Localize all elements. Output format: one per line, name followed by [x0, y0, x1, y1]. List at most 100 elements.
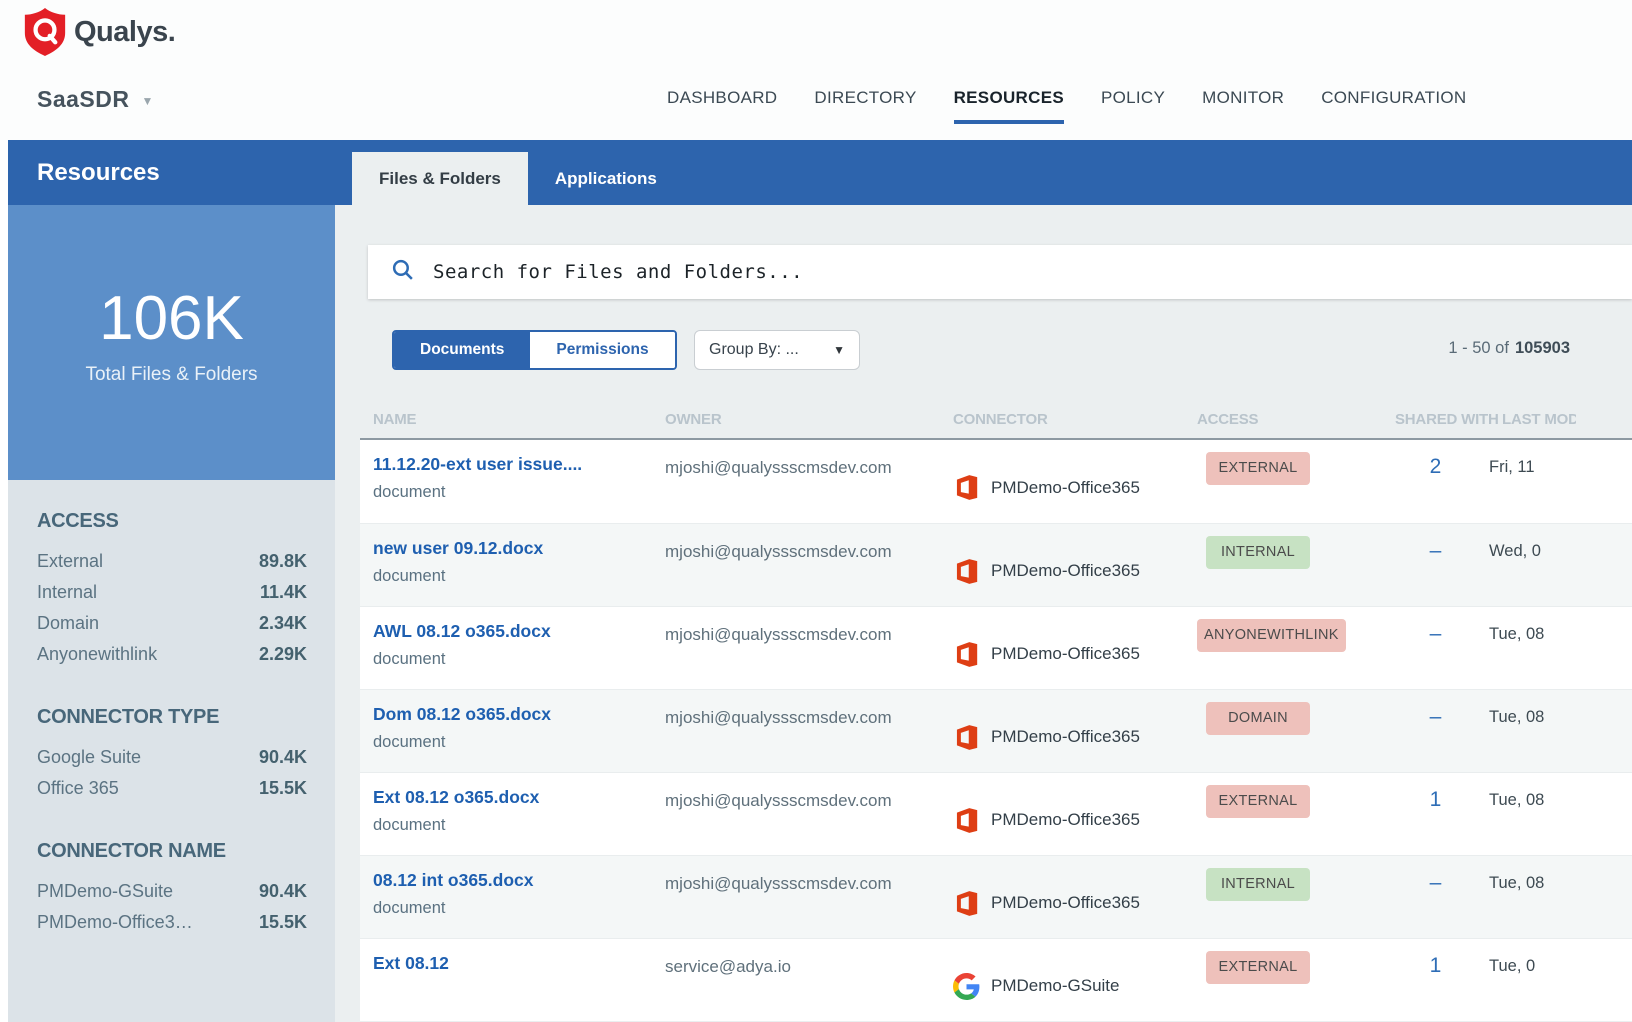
filter-item-count: 90.4K: [259, 742, 307, 773]
filter-item[interactable]: PMDemo-GSuite90.4K: [37, 876, 307, 907]
column-header-owner[interactable]: OWNER: [652, 411, 940, 428]
filter-item-label: PMDemo-GSuite: [37, 876, 173, 907]
last-modified-cell: Wed, 0: [1489, 524, 1632, 606]
shared-with-count[interactable]: –: [1382, 856, 1489, 938]
filter-heading: CONNECTOR NAME: [37, 840, 307, 863]
file-name-link[interactable]: new user 09.12.docx: [373, 538, 646, 559]
table-row[interactable]: Ext 08.12service@adya.ioPMDemo-GSuiteEXT…: [360, 938, 1632, 1021]
connector-name: PMDemo-Office365: [991, 810, 1140, 830]
group-by-label: Group By: ...: [709, 341, 799, 359]
filter-item[interactable]: Anyonewithlink2.29K: [37, 639, 307, 670]
filter-item-label: PMDemo-Office3…: [37, 907, 193, 938]
permissions-toggle-button[interactable]: Permissions: [530, 332, 674, 368]
search-placeholder: Search for Files and Folders...: [433, 261, 803, 283]
column-header-shared-with[interactable]: SHARED WITH: [1382, 411, 1489, 428]
nav-directory[interactable]: DIRECTORY: [814, 88, 916, 124]
filter-item-count: 89.8K: [259, 546, 307, 577]
column-header-last-modified[interactable]: LAST MODIFIED: [1489, 411, 1632, 428]
filter-heading: ACCESS: [37, 510, 307, 533]
access-badge: EXTERNAL: [1206, 951, 1310, 984]
documents-toggle-button[interactable]: Documents: [394, 332, 530, 368]
office365-icon: [953, 807, 980, 834]
connector-name: PMDemo-Office365: [991, 561, 1140, 581]
group-by-dropdown[interactable]: Group By: ... ▼: [694, 330, 860, 370]
table-row[interactable]: Ext 08.12 o365.docxdocumentmjoshi@qualys…: [360, 772, 1632, 855]
owner-cell: mjoshi@qualyssscmsdev.com: [652, 524, 940, 606]
filter-item-count: 11.4K: [260, 577, 307, 608]
column-header-connector[interactable]: CONNECTOR: [940, 411, 1184, 428]
filter-section-access: ACCESSExternal89.8KInternal11.4KDomain2.…: [37, 510, 307, 670]
filter-item[interactable]: Domain2.34K: [37, 608, 307, 639]
filter-item[interactable]: Office 36515.5K: [37, 773, 307, 804]
file-type-label: document: [373, 816, 646, 835]
view-toggle: DocumentsPermissions: [392, 330, 677, 370]
column-header-name[interactable]: NAME: [360, 411, 652, 428]
column-header-access[interactable]: ACCESS: [1184, 411, 1382, 428]
table-row[interactable]: AWL 08.12 o365.docxdocumentmjoshi@qualys…: [360, 606, 1632, 689]
filter-item[interactable]: Internal 11.4K: [37, 577, 307, 608]
connector-cell: PMDemo-Office365: [940, 524, 1184, 606]
table-row[interactable]: Dom 08.12 o365.docxdocumentmjoshi@qualys…: [360, 689, 1632, 772]
file-name-link[interactable]: Ext 08.12 o365.docx: [373, 787, 646, 808]
pagination[interactable]: 1 - 50 of105903: [1448, 339, 1570, 358]
filter-item-label: Internal: [37, 577, 97, 608]
file-name-link[interactable]: 11.12.20-ext user issue....: [373, 454, 646, 475]
shared-with-count[interactable]: 2: [1382, 440, 1489, 523]
shared-with-count[interactable]: –: [1382, 690, 1489, 772]
last-modified-cell: Tue, 08: [1489, 856, 1632, 938]
filter-item-count: 2.29K: [259, 639, 307, 670]
last-modified-cell: Tue, 0: [1489, 939, 1632, 1021]
filter-item[interactable]: Google Suite 90.4K: [37, 742, 307, 773]
files-table: NAMEOWNERCONNECTORACCESSSHARED WITHLAST …: [360, 400, 1632, 1021]
table-row[interactable]: 11.12.20-ext user issue.... document mjosh…: [360, 440, 1632, 523]
table-row[interactable]: 08.12 int o365.docxdocumentmjoshi@qualys…: [360, 855, 1632, 938]
last-modified-cell: Tue, 08: [1489, 607, 1632, 689]
tab-bar: Files & FoldersApplications: [352, 152, 684, 205]
connector-cell: PMDemo-Office365: [940, 607, 1184, 689]
access-badge: DOMAIN: [1206, 702, 1310, 735]
caret-down-icon: ▼: [833, 343, 845, 357]
filter-item[interactable]: PMDemo-Office3…15.5K: [37, 907, 307, 938]
owner-cell: mjoshi@qualyssscmsdev.com: [652, 440, 940, 523]
shared-with-count[interactable]: 1: [1382, 939, 1489, 1021]
gsuite-icon: [953, 973, 980, 1000]
shared-with-count[interactable]: –: [1382, 607, 1489, 689]
tab-files-folders[interactable]: Files & Folders: [352, 152, 528, 205]
connector-cell: PMDemo-Office365: [940, 856, 1184, 938]
file-type-label: document: [373, 650, 646, 669]
file-type-label: document: [373, 483, 646, 502]
app-window: Qualys. SaaSDR ▼ DASHBOARD DIRECTORY RESOUR…: [0, 0, 1632, 1022]
product-switcher[interactable]: SaaSDR ▼: [37, 86, 154, 113]
file-name-link[interactable]: 08.12 int o365.docx: [373, 870, 646, 891]
product-name: SaaSDR: [37, 86, 129, 112]
table-row[interactable]: new user 09.12.docxdocumentmjoshi@qualys…: [360, 523, 1632, 606]
office365-icon: [953, 641, 980, 668]
shared-with-count[interactable]: –: [1382, 524, 1489, 606]
office365-icon: [953, 558, 980, 585]
filter-item-label: Domain: [37, 608, 99, 639]
nav-policy[interactable]: POLICY: [1101, 88, 1165, 124]
toolbar: DocumentsPermissions Group By: ... ▼ 1 -…: [392, 330, 1570, 372]
access-badge: INTERNAL: [1206, 868, 1310, 901]
table-header-row: NAMEOWNERCONNECTORACCESSSHARED WITHLAST …: [360, 400, 1632, 440]
nav-resources[interactable]: RESOURCES: [954, 88, 1064, 124]
nav-monitor[interactable]: MONITOR: [1202, 88, 1284, 124]
filter-item-label: Office 365: [37, 773, 119, 804]
nav-configuration[interactable]: CONFIGURATION: [1321, 88, 1466, 124]
last-modified-cell: Tue, 08: [1489, 690, 1632, 772]
summary-card: 106K Total Files & Folders: [8, 205, 335, 480]
shared-with-count[interactable]: 1: [1382, 773, 1489, 855]
file-type-label: document: [373, 899, 646, 918]
file-name-link[interactable]: Ext 08.12: [373, 953, 646, 974]
file-name-link[interactable]: AWL 08.12 o365.docx: [373, 621, 646, 642]
nav-dashboard[interactable]: DASHBOARD: [667, 88, 777, 124]
file-name-link[interactable]: Dom 08.12 o365.docx: [373, 704, 646, 725]
connector-cell: PMDemo-Office365: [940, 690, 1184, 772]
filter-item[interactable]: External89.8K: [37, 546, 307, 577]
connector-cell: PMDemo-GSuite: [940, 939, 1184, 1021]
brand-name: Qualys.: [74, 16, 175, 49]
caret-down-icon: ▼: [141, 94, 153, 108]
search-input[interactable]: Search for Files and Folders...: [368, 245, 1632, 299]
filter-item-label: Google Suite: [37, 742, 141, 773]
tab-applications[interactable]: Applications: [528, 152, 684, 205]
